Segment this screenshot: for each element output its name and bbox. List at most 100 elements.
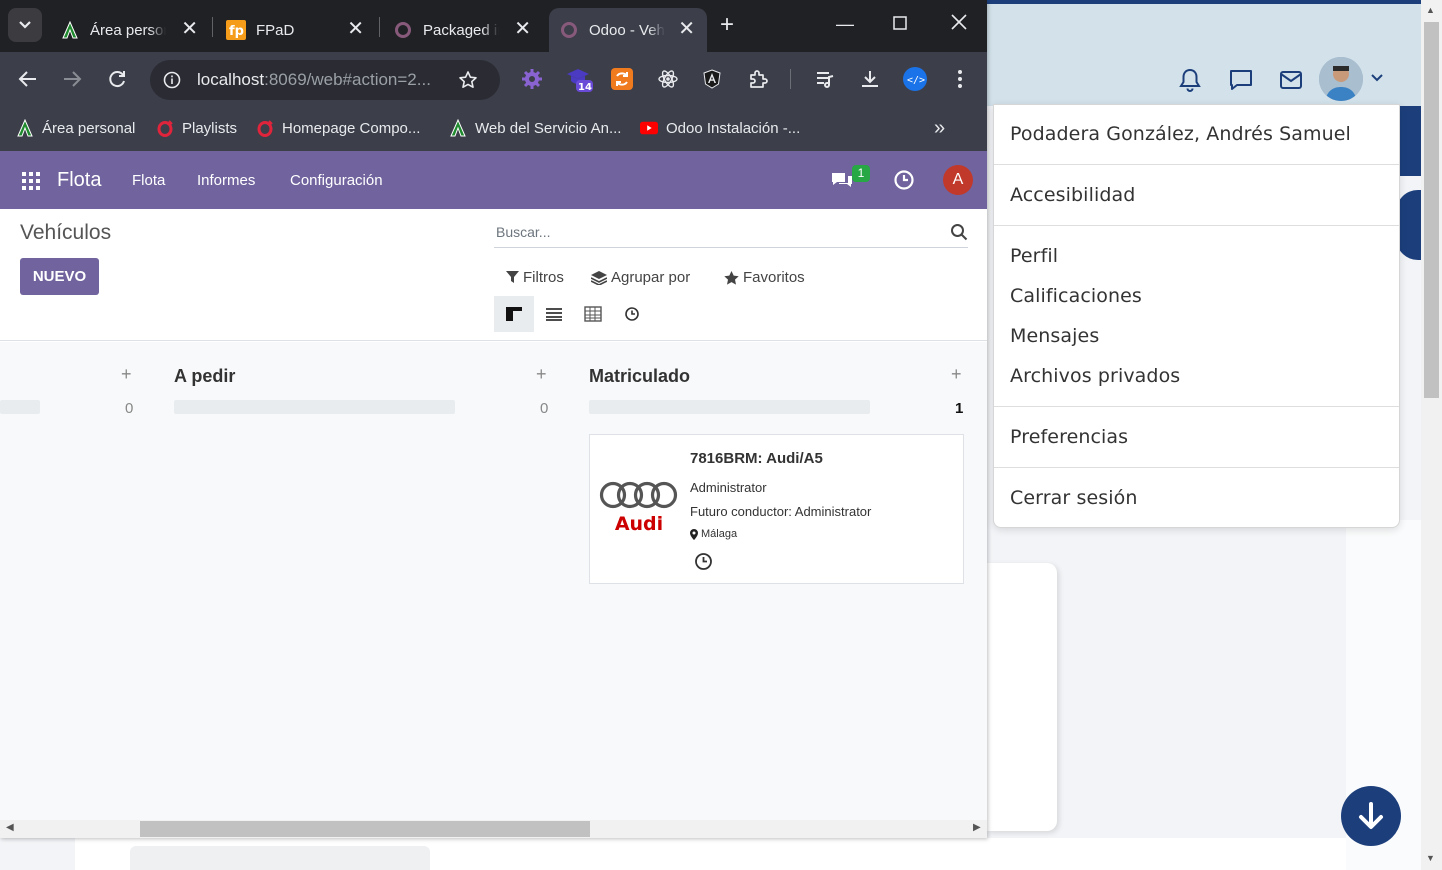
menu-item-messages[interactable]: Mensajes — [1010, 325, 1099, 347]
url-host: localhost — [197, 70, 265, 89]
apps-grid-icon[interactable] — [22, 172, 40, 190]
minimize-icon[interactable]: — — [836, 14, 854, 35]
moodle-a-icon — [16, 119, 34, 137]
puzzle-extensions-icon[interactable] — [744, 65, 772, 93]
kanban-view-button[interactable] — [494, 296, 534, 332]
forward-arrow-icon[interactable] — [59, 66, 85, 92]
tab-area-personal[interactable]: Área personal ✕ — [50, 8, 210, 52]
close-icon[interactable]: ✕ — [347, 19, 364, 39]
filters-button[interactable]: Filtros — [506, 269, 564, 286]
list-view-button[interactable] — [534, 296, 574, 332]
scroll-down-arrow-icon[interactable]: ▼ — [1426, 853, 1435, 863]
column-add-button[interactable]: + — [536, 364, 547, 385]
group-by-button[interactable]: Agrupar por — [591, 269, 690, 286]
close-icon[interactable]: ✕ — [678, 19, 695, 39]
download-icon[interactable] — [856, 65, 884, 93]
tab-search-button[interactable] — [8, 8, 42, 42]
column-title[interactable]: Matriculado — [589, 366, 690, 387]
close-icon[interactable]: ✕ — [514, 19, 531, 39]
nav-informes[interactable]: Informes — [197, 172, 255, 189]
chat-icon[interactable] — [830, 170, 854, 195]
activity-clock-icon[interactable] — [893, 169, 915, 196]
sync-extension-icon[interactable] — [608, 65, 636, 93]
pivot-view-button[interactable] — [573, 296, 613, 332]
bookmark-star-icon[interactable] — [458, 70, 478, 95]
list-icon — [546, 308, 562, 321]
profile-photo-avatar[interactable] — [1319, 57, 1363, 101]
column-add-button[interactable]: + — [951, 364, 962, 385]
chevron-down-icon[interactable] — [1370, 70, 1384, 88]
column-add-button[interactable]: + — [121, 364, 132, 385]
chat-bubble-icon[interactable] — [1227, 66, 1255, 94]
menu-item-private-files[interactable]: Archivos privados — [1010, 365, 1180, 387]
maximize-icon[interactable] — [892, 15, 908, 36]
tab-packaged[interactable]: Packaged ir ✕ — [383, 8, 543, 52]
react-devtools-icon[interactable] — [654, 65, 682, 93]
bookmark-odoo-instalacion[interactable]: Odoo Instalación -... — [640, 116, 800, 140]
activity-view-button[interactable] — [612, 296, 652, 332]
more-bookmarks-button[interactable]: » — [934, 116, 945, 140]
reload-icon[interactable] — [104, 66, 130, 92]
gear-extension-icon[interactable] — [518, 65, 546, 93]
scroll-right-arrow-icon[interactable]: ▶ — [973, 822, 981, 833]
bookmark-label: Área personal — [42, 119, 136, 137]
bookmark-label: Web del Servicio An... — [475, 119, 622, 137]
search-input[interactable] — [494, 221, 934, 243]
column-title[interactable]: A pedir — [174, 366, 235, 387]
favorites-button[interactable]: Favoritos — [724, 269, 805, 286]
tab-title: Odoo - Veh — [589, 21, 665, 39]
menu-item-logout[interactable]: Cerrar sesión — [1010, 487, 1137, 509]
bookmark-playlists[interactable]: Playlists — [156, 116, 237, 140]
favorites-label: Favoritos — [743, 269, 805, 286]
vehicle-card[interactable]: Audi 7816BRM: Audi/A5 Administrator Futu… — [589, 434, 964, 584]
scroll-down-button[interactable] — [1341, 786, 1401, 846]
code-profile-icon[interactable]: </> — [901, 65, 929, 93]
back-arrow-icon[interactable] — [15, 66, 41, 92]
scroll-up-arrow-icon[interactable]: ▲ — [1426, 5, 1435, 15]
chevron-down-icon — [19, 21, 31, 29]
menu-divider — [994, 467, 1399, 468]
fpad-icon: fp — [226, 20, 246, 40]
user-avatar[interactable]: A — [943, 165, 973, 195]
address-bar[interactable]: localhost:8069/web#action=2... — [150, 60, 500, 100]
nav-configuracion[interactable]: Configuración — [290, 172, 383, 189]
bookmark-area-personal[interactable]: Área personal — [16, 116, 135, 140]
site-info-icon[interactable] — [163, 71, 181, 94]
bookmark-homepage[interactable]: Homepage Compo... — [256, 116, 420, 140]
menu-item-accessibility[interactable]: Accesibilidad — [1010, 184, 1135, 206]
close-icon[interactable]: ✕ — [181, 19, 198, 39]
menu-item-profile[interactable]: Perfil — [1010, 245, 1058, 267]
menu-item-preferences[interactable]: Preferencias — [1010, 426, 1128, 448]
search-box — [494, 213, 968, 248]
nav-flota[interactable]: Flota — [132, 172, 165, 189]
new-button[interactable]: NUEVO — [20, 258, 99, 295]
scroll-left-arrow-icon[interactable]: ◀ — [6, 822, 14, 833]
window-close-icon[interactable] — [950, 13, 968, 36]
tab-odoo-vehicles[interactable]: Odoo - Veh ✕ — [549, 8, 707, 52]
mail-icon[interactable] — [1277, 66, 1305, 94]
graduation-cap-extension-icon[interactable]: 14 — [565, 65, 593, 93]
bell-icon[interactable] — [1176, 66, 1204, 94]
new-tab-button[interactable]: + — [720, 12, 734, 38]
more-vertical-icon[interactable] — [946, 65, 974, 93]
tab-fpad[interactable]: fp FPaD ✕ — [216, 8, 376, 52]
extension-badge: 14 — [578, 82, 592, 93]
search-icon[interactable] — [950, 223, 968, 246]
moodle-a-icon — [449, 119, 467, 137]
bookmark-web-servicio[interactable]: Web del Servicio An... — [449, 116, 621, 140]
menu-item-grades[interactable]: Calificaciones — [1010, 285, 1142, 307]
tab-divider — [379, 17, 380, 37]
odoo-circle-icon — [559, 20, 579, 40]
svg-text:</>: </> — [907, 75, 925, 86]
filters-label: Filtros — [523, 269, 564, 286]
app-title[interactable]: Flota — [57, 169, 101, 192]
angular-devtools-icon[interactable] — [698, 65, 726, 93]
media-playlist-icon[interactable] — [811, 65, 839, 93]
activity-clock-icon[interactable] — [694, 552, 713, 576]
kanban-board: + 0 A pedir + 0 Matriculado + 1 Audi 781… — [0, 342, 987, 820]
menu-divider — [994, 225, 1399, 226]
horizontal-scrollbar-thumb[interactable] — [140, 821, 590, 837]
odoo-circle-icon — [393, 20, 413, 40]
menu-divider — [994, 406, 1399, 407]
vertical-scrollbar-thumb[interactable] — [1424, 22, 1439, 398]
